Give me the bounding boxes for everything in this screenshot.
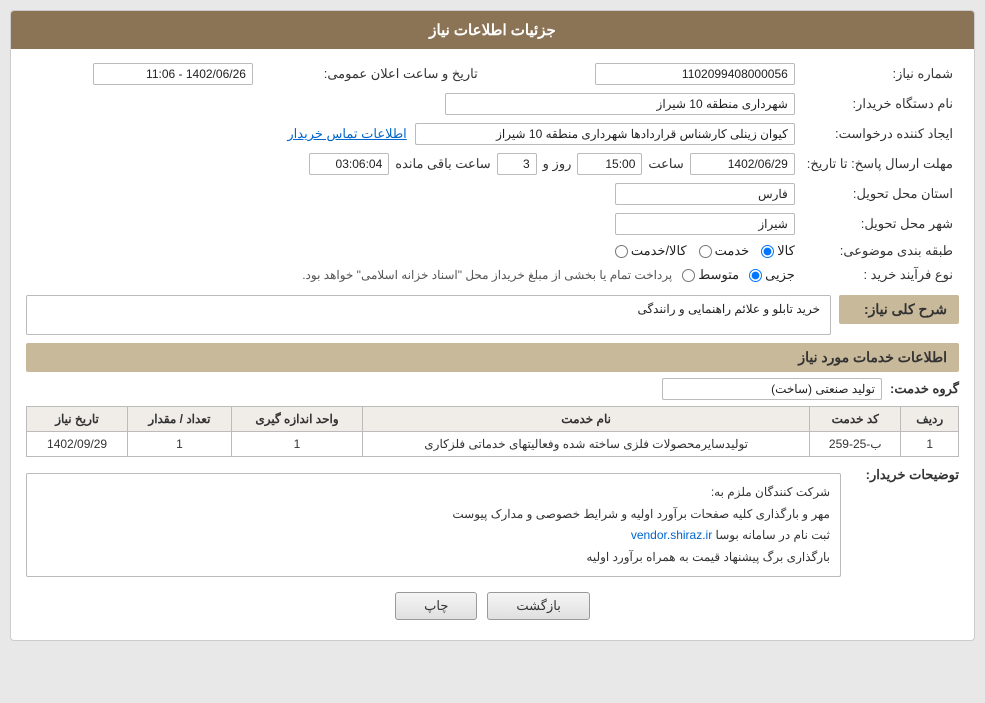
buyer-notes-line3: ثبت نام در سامانه بوسا vendor.shiraz.ir — [37, 525, 830, 547]
col-service-code: کد خدمت — [810, 407, 901, 432]
reply-day-label: روز و — [543, 156, 572, 172]
buyer-notes-line4: بارگذاری برگ پیشنهاد قیمت به همراه برآور… — [37, 547, 830, 569]
summary-section-label: شرح کلی نیاز: — [839, 295, 959, 324]
category-kala-label: کالا — [777, 243, 795, 259]
remaining-label: ساعت باقی مانده — [395, 156, 490, 172]
category-kala-radio[interactable]: کالا — [761, 243, 795, 259]
city-label: شهر محل تحویل: — [801, 209, 959, 239]
need-number-input — [595, 63, 795, 85]
purchase-type-notice: پرداخت تمام یا بخشی از مبلغ خریداز محل "… — [302, 268, 672, 282]
col-row-num: ردیف — [901, 407, 959, 432]
announce-value-input — [93, 63, 253, 85]
purchase-type-label: نوع فرآیند خرید : — [801, 263, 959, 287]
cell-service-name: تولیدسایرمحصولات فلزی ساخته شده وفعالیته… — [363, 432, 810, 457]
group-service-input — [662, 378, 882, 400]
org-name-input — [445, 93, 795, 115]
category-kala-khedmat-radio[interactable]: کالا/خدمت — [615, 243, 687, 259]
buyer-notes-box: شرکت کنندگان ملزم به: مهر و بارگذاری کلی… — [26, 473, 841, 577]
col-date: تاریخ نیاز — [27, 407, 128, 432]
summary-value: خرید تابلو و علائم راهنمایی و رانندگی — [26, 295, 831, 335]
reply-time-label: ساعت — [648, 156, 683, 172]
buyer-notes-label: توضیحات خریدار: — [849, 467, 959, 483]
cell-date: 1402/09/29 — [27, 432, 128, 457]
category-khedmat-label: خدمت — [715, 243, 750, 259]
category-label: طبقه بندی موضوعی: — [801, 239, 959, 263]
city-input — [615, 213, 795, 235]
vendor-link[interactable]: vendor.shiraz.ir — [631, 528, 712, 542]
category-khedmat-radio[interactable]: خدمت — [699, 243, 750, 259]
creator-input — [415, 123, 795, 145]
buyer-notes-line2: مهر و بارگذاری کلیه صفحات برآورد اولیه و… — [37, 504, 830, 526]
province-label: استان محل تحویل: — [801, 179, 959, 209]
reply-time-input — [577, 153, 642, 175]
announce-label: تاریخ و ساعت اعلان عمومی: — [259, 59, 484, 89]
reply-days-input — [497, 153, 537, 175]
print-button[interactable]: چاپ — [395, 592, 477, 620]
need-number-label: شماره نیاز: — [801, 59, 959, 89]
remaining-time-input — [309, 153, 389, 175]
services-section-title: اطلاعات خدمات مورد نیاز — [26, 343, 959, 372]
cell-row-num: 1 — [901, 432, 959, 457]
purchase-type-motavasset-radio[interactable]: متوسط — [682, 267, 739, 283]
cell-service-code: ب-25-259 — [810, 432, 901, 457]
table-row: 1 ب-25-259 تولیدسایرمحصولات فلزی ساخته ش… — [27, 432, 959, 457]
col-quantity: تعداد / مقدار — [128, 407, 232, 432]
buyer-notes-line1: شرکت کنندگان ملزم به: — [37, 482, 830, 504]
page-title: جزئیات اطلاعات نیاز — [11, 11, 974, 49]
group-service-label: گروه خدمت: — [890, 381, 959, 397]
purchase-type-motavasset-label: متوسط — [698, 267, 739, 283]
cell-unit: 1 — [231, 432, 362, 457]
province-input — [615, 183, 795, 205]
purchase-type-jozyi-radio[interactable]: جزیی — [749, 267, 795, 283]
creator-label: ایجاد کننده درخواست: — [801, 119, 959, 149]
org-name-label: نام دستگاه خریدار: — [801, 89, 959, 119]
col-unit: واحد اندازه گیری — [231, 407, 362, 432]
purchase-type-jozyi-label: جزیی — [765, 267, 795, 283]
category-kala-khedmat-label: کالا/خدمت — [631, 243, 687, 259]
creator-contact-link[interactable]: اطلاعات تماس خریدار — [287, 126, 406, 142]
reply-date-input — [690, 153, 795, 175]
reply-deadline-label: مهلت ارسال پاسخ: تا تاریخ: — [801, 149, 959, 179]
col-service-name: نام خدمت — [363, 407, 810, 432]
cell-quantity: 1 — [128, 432, 232, 457]
back-button[interactable]: بازگشت — [487, 592, 589, 620]
